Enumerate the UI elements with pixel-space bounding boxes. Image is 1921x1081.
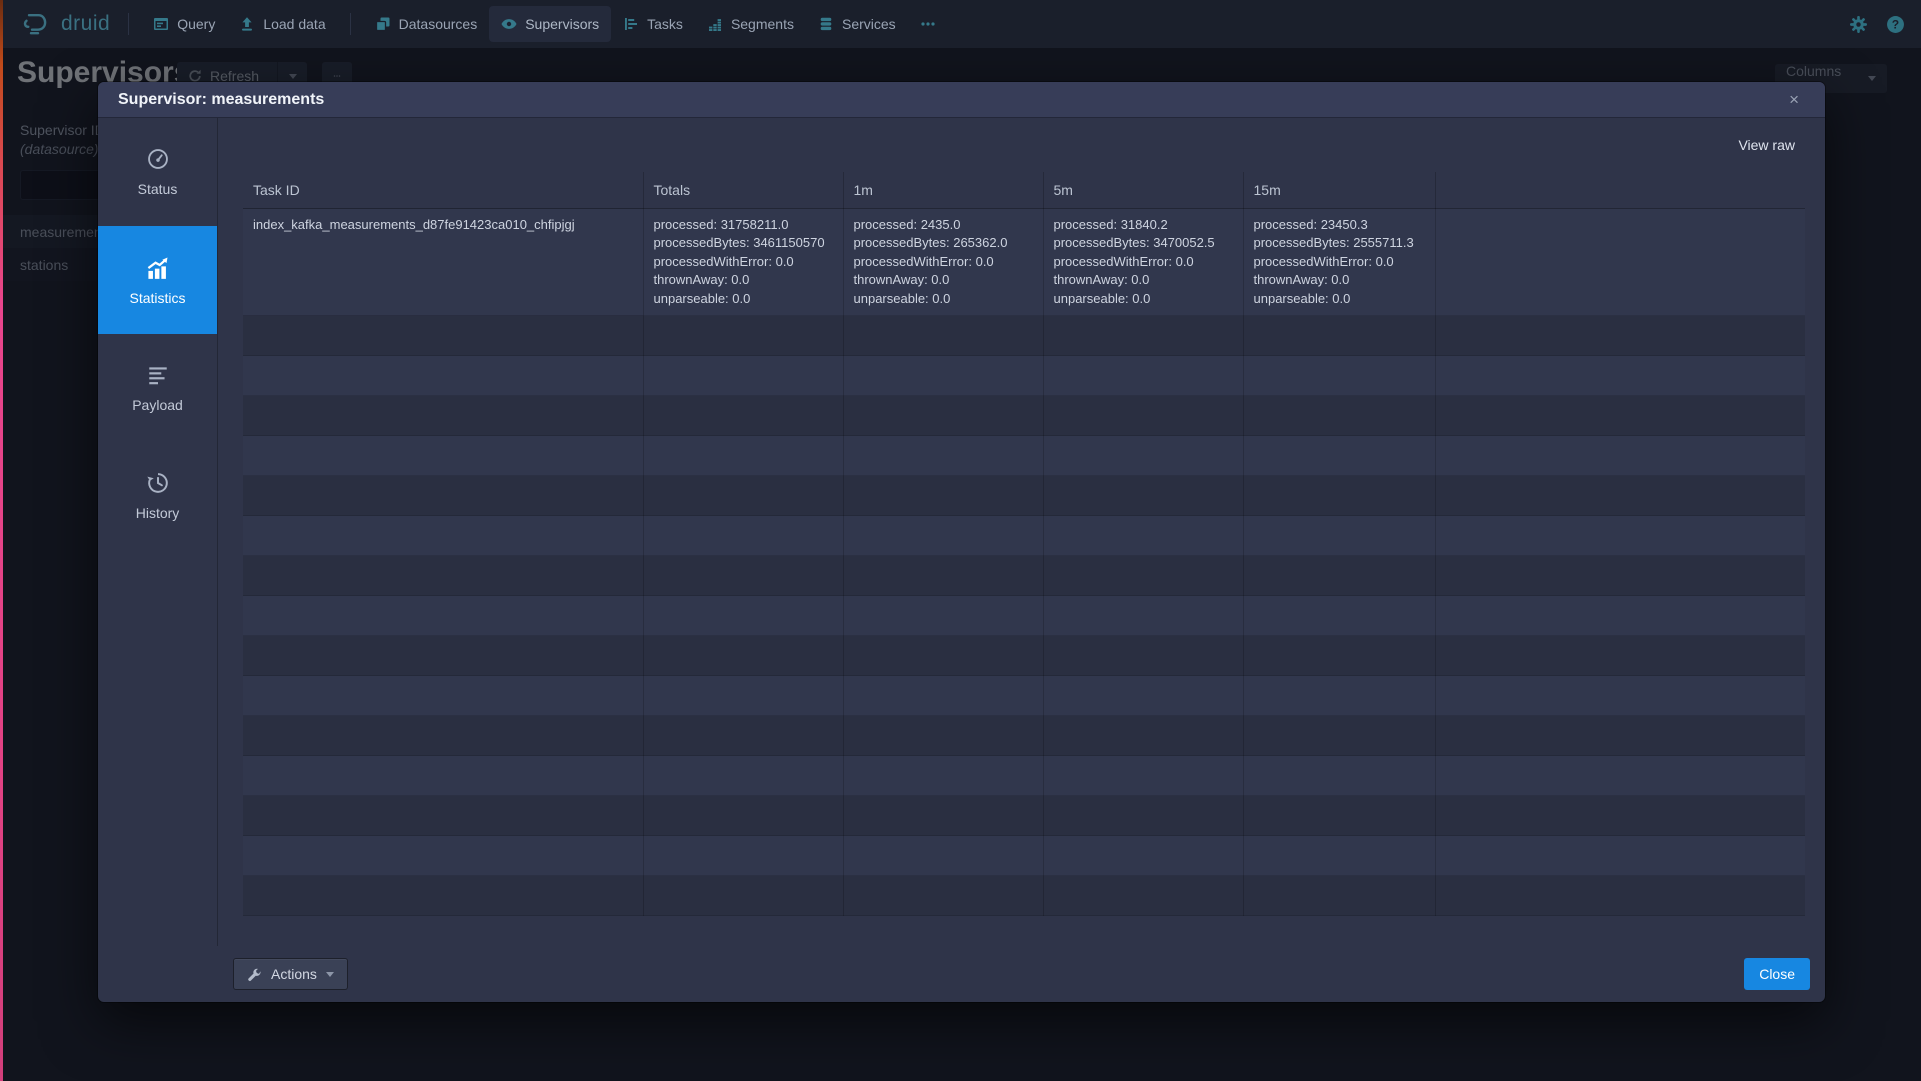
top-navbar: druid Query Load data Datasources Super: [0, 0, 1921, 48]
druid-logo[interactable]: druid: [16, 11, 116, 37]
nav-divider: [128, 13, 129, 35]
column-header-15m[interactable]: 15m: [1243, 172, 1435, 208]
help-icon: ?: [1886, 15, 1905, 34]
more-icon: [920, 16, 936, 32]
tab-statistics[interactable]: Statistics: [98, 226, 217, 334]
cell-totals: processed: 31758211.0processedBytes: 346…: [643, 208, 843, 316]
column-header-5m[interactable]: 5m: [1043, 172, 1243, 208]
dialog-footer: Actions Close: [98, 946, 1825, 1002]
brand-name: druid: [61, 12, 110, 36]
screen-edge-accent: [0, 0, 3, 1081]
table-row-empty: [243, 796, 1805, 836]
settings-button[interactable]: [1849, 15, 1868, 34]
table-row-empty: [243, 316, 1805, 356]
actions-label: Actions: [271, 966, 317, 982]
column-header-task-id[interactable]: Task ID: [243, 172, 643, 208]
nav-divider: [350, 13, 351, 35]
supervisor-dialog: Supervisor: measurements × Status: [98, 82, 1825, 1002]
svg-text:?: ?: [1892, 17, 1899, 31]
nav-item-label: Datasources: [399, 16, 478, 32]
wrench-icon: [247, 967, 262, 982]
nav-item-supervisors[interactable]: Supervisors: [489, 6, 611, 42]
help-button[interactable]: ?: [1886, 15, 1905, 34]
cell-empty: [1435, 208, 1805, 316]
cell-task-id: index_kafka_measurements_d87fe91423ca010…: [243, 208, 643, 316]
gauge-icon: [146, 147, 170, 171]
datasources-icon: [375, 16, 391, 32]
nav-item-label: Load data: [263, 16, 325, 32]
table-row-empty: [243, 396, 1805, 436]
nav-item-datasources[interactable]: Datasources: [363, 6, 490, 42]
table-row-empty: [243, 836, 1805, 876]
column-header-empty: [1435, 172, 1805, 208]
chevron-down-icon: [326, 972, 334, 977]
table-row-empty: [243, 756, 1805, 796]
history-icon: [146, 471, 170, 495]
table-row-empty: [243, 516, 1805, 556]
tab-history[interactable]: History: [98, 442, 217, 550]
nav-item-label: Services: [842, 16, 896, 32]
tab-label: Payload: [132, 397, 183, 413]
table-header-row: Task ID Totals 1m 5m 15m: [243, 172, 1805, 208]
nav-item-label: Supervisors: [525, 16, 599, 32]
tab-label: History: [136, 505, 180, 521]
nav-item-tasks[interactable]: Tasks: [611, 6, 695, 42]
table-row-empty: [243, 476, 1805, 516]
dialog-side-tabs: Status Statistics: [98, 118, 218, 946]
segments-icon: [707, 16, 723, 32]
table-row-empty: [243, 596, 1805, 636]
column-header-totals[interactable]: Totals: [643, 172, 843, 208]
actions-button[interactable]: Actions: [233, 958, 348, 990]
table-row: index_kafka_measurements_d87fe91423ca010…: [243, 208, 1805, 316]
nav-item-label: Tasks: [647, 16, 683, 32]
align-left-icon: [146, 363, 170, 387]
table-row-empty: [243, 356, 1805, 396]
cell-15m: processed: 23450.3processedBytes: 255571…: [1243, 208, 1435, 316]
console-icon: [153, 16, 169, 32]
nav-item-services[interactable]: Services: [806, 6, 908, 42]
upload-icon: [239, 16, 255, 32]
dialog-body: Status Statistics: [98, 118, 1825, 946]
dialog-header: Supervisor: measurements ×: [98, 82, 1825, 118]
close-button[interactable]: Close: [1744, 958, 1810, 990]
nav-item-segments[interactable]: Segments: [695, 6, 806, 42]
nav-more-button[interactable]: [908, 6, 948, 42]
table-row-empty: [243, 436, 1805, 476]
table-row-empty: [243, 716, 1805, 756]
druid-logo-icon: [22, 11, 52, 37]
statistics-panel: View raw Task ID Totals 1m 5m 15m: [218, 118, 1825, 946]
column-header-1m[interactable]: 1m: [843, 172, 1043, 208]
eye-icon: [501, 16, 517, 32]
tab-label: Statistics: [129, 290, 185, 306]
close-icon[interactable]: ×: [1783, 87, 1805, 112]
nav-item-label: Segments: [731, 16, 794, 32]
tab-label: Status: [138, 181, 178, 197]
nav-item-query[interactable]: Query: [141, 6, 227, 42]
database-icon: [818, 16, 834, 32]
tab-payload[interactable]: Payload: [98, 334, 217, 442]
dialog-title: Supervisor: measurements: [118, 91, 324, 109]
nav-item-load-data[interactable]: Load data: [227, 6, 337, 42]
statistics-table: Task ID Totals 1m 5m 15m index_kafka_mea…: [243, 172, 1805, 916]
cell-5m: processed: 31840.2processedBytes: 347005…: [1043, 208, 1243, 316]
gear-icon: [1849, 15, 1868, 34]
table-row-empty: [243, 876, 1805, 916]
view-raw-link[interactable]: View raw: [1738, 137, 1795, 153]
chart-icon: [145, 255, 170, 280]
table-row-empty: [243, 676, 1805, 716]
tab-status[interactable]: Status: [98, 118, 217, 226]
table-row-empty: [243, 636, 1805, 676]
tasks-icon: [623, 16, 639, 32]
nav-item-label: Query: [177, 16, 215, 32]
cell-1m: processed: 2435.0processedBytes: 265362.…: [843, 208, 1043, 316]
navbar-right: ?: [1849, 15, 1905, 34]
table-row-empty: [243, 556, 1805, 596]
